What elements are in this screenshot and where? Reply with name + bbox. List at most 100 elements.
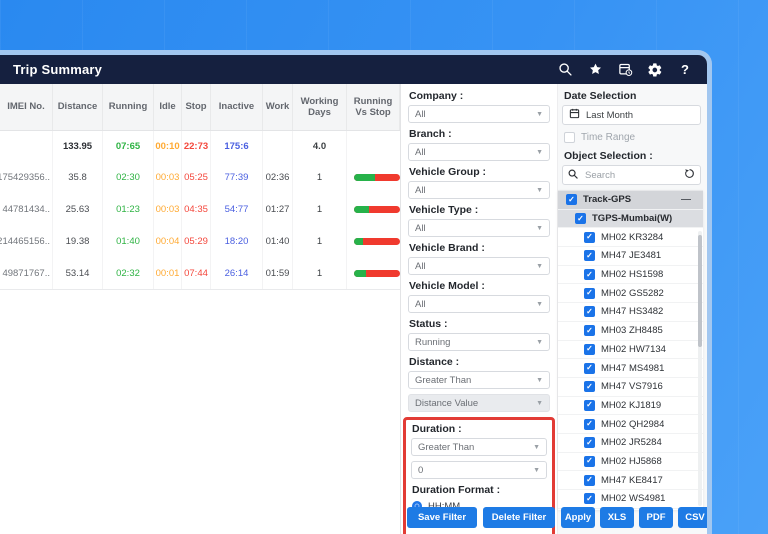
checkbox-checked-icon[interactable]: ✓ — [584, 232, 595, 243]
table-row[interactable]: 175429356.. 35.8 02:30 00:03 05:25 77:39… — [0, 161, 400, 193]
filter-buttons: Save Filter Delete Filter — [407, 507, 555, 528]
filter-label: Vehicle Brand : — [409, 242, 550, 254]
vehicle-item[interactable]: ✓ MH02 HW7134 — [558, 341, 703, 360]
date-range-picker[interactable]: Last Month — [562, 105, 701, 125]
settings-gear-icon[interactable] — [647, 62, 663, 78]
vehicle-item[interactable]: ✓ MH02 HJ5868 — [558, 453, 703, 472]
duration-operator-select[interactable]: Greater Than ▼ — [411, 438, 547, 456]
checkbox-checked-icon[interactable]: ✓ — [584, 288, 595, 299]
object-search-input[interactable] — [583, 169, 679, 182]
checkbox-checked-icon[interactable]: ✓ — [584, 363, 595, 374]
bar-green-segment — [354, 206, 369, 213]
checkbox-checked-icon[interactable]: ✓ — [584, 419, 595, 430]
column-header[interactable]: Stop — [182, 84, 211, 130]
refresh-icon[interactable] — [684, 166, 695, 184]
filter-field: Vehicle Type : All ▼ — [408, 204, 550, 237]
vehicle-item[interactable]: ✓ MH47 MS4981 — [558, 359, 703, 378]
checkbox-checked-icon[interactable]: ✓ — [575, 213, 586, 224]
vehicle-item[interactable]: ✓ MH47 JE3481 — [558, 247, 703, 266]
checkbox-checked-icon[interactable]: ✓ — [584, 437, 595, 448]
vehicle-item[interactable]: ✓ MH47 KE8417 — [558, 471, 703, 490]
checkbox-checked-icon[interactable]: ✓ — [584, 269, 595, 280]
filter-select[interactable]: All ▼ — [408, 257, 550, 275]
scheduled-report-icon[interactable] — [617, 62, 633, 78]
favorites-star-icon[interactable] — [587, 62, 603, 78]
filter-select[interactable]: All ▼ — [408, 143, 550, 161]
checkbox-checked-icon[interactable]: ✓ — [584, 325, 595, 336]
filter-select-value: Running — [415, 337, 450, 348]
filter-field: Vehicle Brand : All ▼ — [408, 242, 550, 275]
vehicle-item[interactable]: ✓ MH47 HS3482 — [558, 303, 703, 322]
distance-operator-select[interactable]: Greater Than ▼ — [408, 371, 550, 389]
working-days-cell: 1 — [293, 225, 347, 257]
summary-running-cell: 07:65 — [103, 131, 154, 161]
vehicle-item[interactable]: ✓ MH02 GS5282 — [558, 284, 703, 303]
column-header[interactable]: Work — [263, 84, 293, 130]
vehicle-label: MH47 HS3482 — [601, 306, 663, 317]
filter-select[interactable]: All ▼ — [408, 295, 550, 313]
time-range-toggle[interactable]: Time Range — [564, 131, 701, 144]
duration-value-select[interactable]: 0 ▼ — [411, 461, 547, 479]
vehicle-item[interactable]: ✓ MH03 ZH8485 — [558, 322, 703, 341]
imei-cell: 214465156.. — [0, 225, 53, 257]
delete-filter-button[interactable]: Delete Filter — [483, 507, 555, 528]
checkbox-checked-icon[interactable]: ✓ — [584, 456, 595, 467]
checkbox-checked-icon[interactable]: ✓ — [584, 493, 595, 504]
checkbox-checked-icon[interactable]: ✓ — [584, 475, 595, 486]
vehicle-label: MH03 ZH8485 — [601, 325, 663, 336]
help-icon[interactable]: ? — [677, 62, 693, 78]
main-content: IMEI No.DistanceRunningIdleStopInactiveW… — [0, 84, 707, 534]
vehicle-item[interactable]: ✓ MH02 KJ1819 — [558, 397, 703, 416]
running-cell: 01:40 — [103, 225, 154, 257]
filter-select[interactable]: Running ▼ — [408, 333, 550, 351]
column-header[interactable]: Running Vs Stop — [347, 84, 400, 130]
vehicle-item[interactable]: ✓ MH47 VS7916 — [558, 378, 703, 397]
running-cell: 01:23 — [103, 193, 154, 225]
filter-field: Company : All ▼ — [408, 90, 550, 123]
export-button[interactable]: PDF — [639, 507, 673, 528]
checkbox-checked-icon[interactable]: ✓ — [584, 306, 595, 317]
search-icon[interactable] — [557, 62, 573, 78]
filter-select[interactable]: All ▼ — [408, 181, 550, 199]
column-header[interactable]: Distance — [53, 84, 103, 130]
running-vs-stop-bar — [354, 206, 400, 213]
vehicle-item[interactable]: ✓ MH02 WS4981 — [558, 490, 703, 509]
filter-select[interactable]: All ▼ — [408, 219, 550, 237]
checkbox-checked-icon[interactable]: ✓ — [584, 344, 595, 355]
working-days-cell: 1 — [293, 161, 347, 193]
checkbox-checked-icon[interactable]: ✓ — [566, 194, 577, 205]
export-button[interactable]: XLS — [600, 507, 634, 528]
table-row[interactable]: 49871767.. 53.14 02:32 00:01 07:44 26:14… — [0, 257, 400, 289]
vehicle-item[interactable]: ✓ MH02 QH2984 — [558, 415, 703, 434]
filter-select-value: All — [415, 109, 426, 120]
scrollbar-thumb[interactable] — [698, 235, 702, 347]
app-window: Trip Summary ? — [0, 50, 712, 534]
chevron-down-icon: ▼ — [536, 377, 543, 384]
vehicle-item[interactable]: ✓ MH02 HS1598 — [558, 266, 703, 285]
collapse-icon[interactable]: — — [681, 194, 693, 205]
export-button[interactable]: CSV — [678, 507, 712, 528]
column-header[interactable]: IMEI No. — [0, 84, 53, 130]
vehicle-item[interactable]: ✓ MH02 JR5284 — [558, 434, 703, 453]
tree-group-item[interactable]: ✓ TGPS-Mumbai(W) — [558, 210, 703, 229]
column-header[interactable]: Inactive — [211, 84, 263, 130]
chevron-down-icon: ▼ — [536, 111, 543, 118]
checkbox-checked-icon[interactable]: ✓ — [584, 250, 595, 261]
tree-root-item[interactable]: ✓ Track-GPS — — [558, 191, 703, 210]
title-bar: Trip Summary ? — [0, 55, 707, 84]
export-button[interactable]: Apply — [561, 507, 595, 528]
checkbox-checked-icon[interactable]: ✓ — [584, 381, 595, 392]
checkbox-checked-icon[interactable]: ✓ — [584, 400, 595, 411]
column-header[interactable]: Running — [103, 84, 154, 130]
filter-select[interactable]: All ▼ — [408, 105, 550, 123]
checkbox-unchecked-icon[interactable] — [564, 132, 575, 143]
table-row[interactable]: 44781434.. 25.63 01:23 00:03 04:35 54:77… — [0, 193, 400, 225]
vehicle-item[interactable]: ✓ MH02 KR3284 — [558, 228, 703, 247]
save-filter-button[interactable]: Save Filter — [407, 507, 477, 528]
vehicle-label: MH02 HW7134 — [601, 344, 666, 355]
table-row[interactable]: 214465156.. 19.38 01:40 00:04 05:29 18:2… — [0, 225, 400, 257]
column-header[interactable]: Idle — [154, 84, 182, 130]
column-header[interactable]: Working Days — [293, 84, 347, 130]
table-header-row: IMEI No.DistanceRunningIdleStopInactiveW… — [0, 84, 400, 131]
distance-value-select[interactable]: Distance Value ▼ — [408, 394, 550, 412]
